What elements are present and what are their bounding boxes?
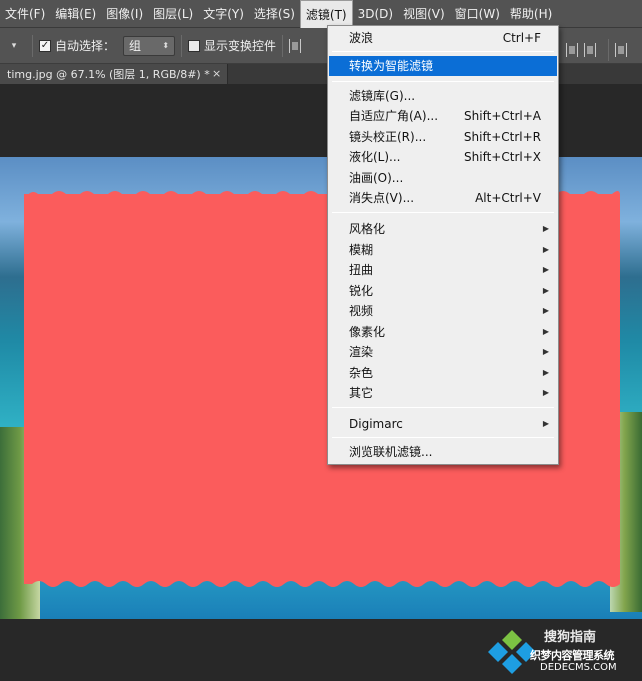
menu-item-sharpen[interactable]: 锐化 ▶	[329, 281, 557, 301]
menu-item-pixelate[interactable]: 像素化 ▶	[329, 322, 557, 342]
submenu-arrow-icon: ▶	[542, 265, 549, 274]
options-separator	[282, 34, 284, 57]
menu-item-label: 像素化	[349, 325, 386, 339]
auto-align-icon[interactable]	[615, 43, 627, 57]
menu-item-label: 渲染	[349, 345, 374, 359]
auto-select-checkbox[interactable]: ✓	[39, 39, 51, 52]
auto-select-target-select[interactable]: 组 ⬍	[123, 35, 176, 56]
red-wave-bottom-edge	[24, 578, 620, 587]
document-tab-title: timg.jpg @ 67.1% (图层 1, RGB/8#) *	[7, 68, 210, 81]
menu-separator	[332, 51, 554, 52]
align-top-icon[interactable]	[289, 38, 302, 53]
menu-bar: 文件(F) 编辑(E) 图像(I) 图层(L) 文字(Y) 选择(S) 滤镜(T…	[0, 0, 642, 28]
menu-item-filter-gallery[interactable]: 滤镜库(G)...	[329, 86, 557, 106]
options-separator	[608, 39, 609, 61]
menu-help[interactable]: 帮助(H)	[505, 0, 557, 28]
menu-separator	[332, 81, 554, 82]
filter-menu-dropdown: 波浪 Ctrl+F 转换为智能滤镜 滤镜库(G)... 自适应广角(A)... …	[327, 25, 559, 465]
document-tab[interactable]: timg.jpg @ 67.1% (图层 1, RGB/8#) * ×	[0, 64, 228, 84]
watermark: 搜狗指南 织梦内容管理系统 DEDECMS.COM	[488, 626, 638, 678]
menu-item-shortcut: Shift+Ctrl+X	[464, 150, 541, 164]
watermark-line2: 织梦内容管理系统	[530, 649, 615, 662]
menu-item-oil-paint[interactable]: 油画(O)...	[329, 168, 557, 188]
menu-layer[interactable]: 图层(L)	[148, 0, 198, 28]
submenu-arrow-icon: ▶	[542, 224, 549, 233]
menu-file[interactable]: 文件(F)	[0, 0, 50, 28]
menu-item-label: 浏览联机滤镜...	[349, 445, 433, 459]
submenu-arrow-icon: ▶	[542, 327, 549, 336]
watermark-line1: 搜狗指南	[544, 630, 597, 645]
options-separator	[32, 34, 33, 57]
menu-item-render[interactable]: 渲染 ▶	[329, 342, 557, 362]
submenu-arrow-icon: ▶	[542, 347, 549, 356]
menu-separator	[332, 407, 554, 408]
menu-item-label: 自适应广角(A)...	[349, 109, 439, 123]
menu-item-shortcut: Ctrl+F	[502, 31, 541, 45]
select-arrows-icon: ⬍	[162, 41, 170, 50]
menu-item-label: 扭曲	[349, 263, 374, 277]
submenu-arrow-icon: ▶	[542, 388, 549, 397]
menu-item-shortcut: Shift+Ctrl+A	[464, 109, 541, 123]
submenu-arrow-icon: ▶	[542, 286, 549, 295]
submenu-arrow-icon: ▶	[542, 419, 549, 428]
menu-item-label: 其它	[349, 386, 374, 400]
menu-item-shortcut: Alt+Ctrl+V	[475, 191, 541, 205]
site-logo-icon	[488, 630, 536, 674]
submenu-arrow-icon: ▶	[542, 245, 549, 254]
menu-item-vanishing-point[interactable]: 消失点(V)... Alt+Ctrl+V	[329, 188, 557, 208]
menu-item-blur[interactable]: 模糊 ▶	[329, 240, 557, 260]
menu-item-label: Digimarc	[349, 417, 403, 431]
menu-window[interactable]: 窗口(W)	[450, 0, 505, 28]
menu-item-label: 锐化	[349, 284, 374, 298]
align-icons-right	[566, 39, 633, 61]
watermark-line3: DEDECMS.COM	[540, 662, 617, 673]
menu-item-liquify[interactable]: 液化(L)... Shift+Ctrl+X	[329, 147, 557, 167]
submenu-arrow-icon: ▶	[542, 368, 549, 377]
menu-item-noise[interactable]: 杂色 ▶	[329, 363, 557, 383]
menu-view[interactable]: 视图(V)	[398, 0, 450, 28]
menu-image[interactable]: 图像(I)	[101, 0, 148, 28]
submenu-arrow-icon: ▶	[542, 306, 549, 315]
menu-item-label: 模糊	[349, 243, 374, 257]
menu-item-label: 消失点(V)...	[349, 191, 415, 205]
menu-item-label: 视频	[349, 304, 374, 318]
show-transform-label: 显示变换控件	[204, 39, 277, 53]
menu-3d[interactable]: 3D(D)	[353, 0, 398, 28]
close-icon[interactable]: ×	[212, 67, 221, 80]
menu-item-convert-smart-filter[interactable]: 转换为智能滤镜	[329, 56, 557, 76]
menu-item-adaptive-wide-angle[interactable]: 自适应广角(A)... Shift+Ctrl+A	[329, 106, 557, 126]
options-separator	[181, 34, 183, 57]
menu-item-label: 液化(L)...	[349, 150, 401, 164]
menu-separator	[332, 212, 554, 213]
menu-separator	[332, 437, 554, 438]
menu-select[interactable]: 选择(S)	[249, 0, 300, 28]
menu-item-lens-correction[interactable]: 镜头校正(R)... Shift+Ctrl+R	[329, 127, 557, 147]
menu-item-last-filter[interactable]: 波浪 Ctrl+F	[329, 28, 557, 48]
menu-item-digimarc[interactable]: Digimarc ▶	[329, 414, 557, 434]
menu-item-shortcut: Shift+Ctrl+R	[463, 130, 541, 144]
menu-item-stylize[interactable]: 风格化 ▶	[329, 219, 557, 239]
menu-edit[interactable]: 编辑(E)	[50, 0, 101, 28]
menu-item-distort[interactable]: 扭曲 ▶	[329, 260, 557, 280]
menu-item-label: 滤镜库(G)...	[349, 89, 416, 103]
menu-item-label: 转换为智能滤镜	[349, 59, 434, 73]
menu-type[interactable]: 文字(Y)	[198, 0, 249, 28]
menu-item-label: 波浪	[349, 31, 374, 45]
menu-filter[interactable]: 滤镜(T)	[299, 0, 353, 28]
show-transform-checkbox[interactable]: ✓	[188, 39, 201, 52]
menu-item-label: 风格化	[349, 222, 386, 236]
menu-item-other[interactable]: 其它 ▶	[329, 383, 557, 403]
tool-preset-dropdown-icon[interactable]: ▾	[2, 34, 26, 58]
menu-item-label: 镜头校正(R)...	[349, 130, 427, 144]
auto-select-target-value: 组	[129, 39, 142, 53]
menu-item-label: 杂色	[349, 366, 374, 380]
menu-item-browse-online-filters[interactable]: 浏览联机滤镜...	[329, 442, 557, 462]
distribute-left-icon[interactable]	[566, 43, 578, 57]
auto-select-label: 自动选择：	[55, 39, 116, 53]
distribute-center-icon[interactable]	[584, 43, 596, 57]
menu-item-video[interactable]: 视频 ▶	[329, 301, 557, 321]
menu-item-label: 油画(O)...	[349, 171, 404, 185]
